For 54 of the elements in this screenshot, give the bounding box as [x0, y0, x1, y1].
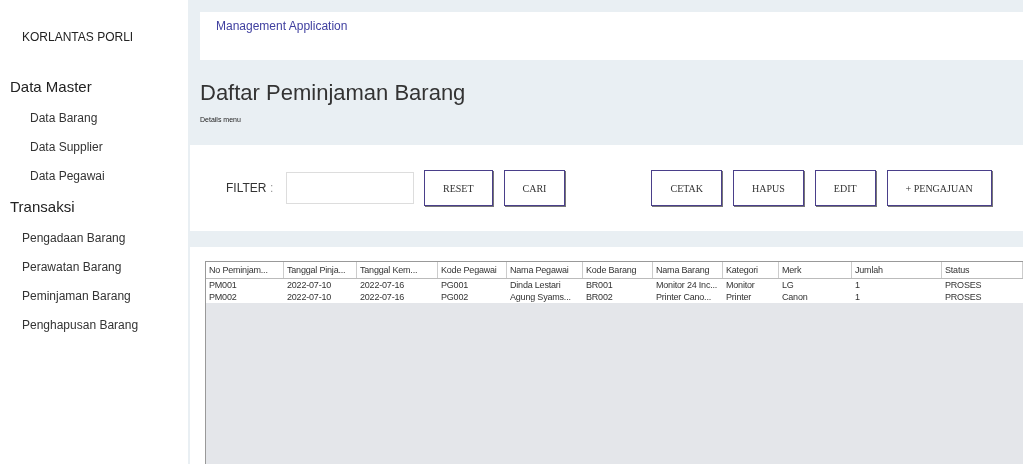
section-title: Data Master [10, 78, 93, 95]
action-button[interactable]: CETAK [651, 170, 722, 206]
table-cell-text: PG001 [440, 279, 470, 291]
table-cell-text: 2022-07-10 [286, 291, 333, 303]
table-cell-text: PM001 [208, 279, 238, 291]
table-cell-text: PROSES [944, 279, 983, 291]
filter-label: FILTER [226, 181, 268, 195]
column-header[interactable]: Kode Barang [583, 262, 653, 278]
separator: : [270, 181, 275, 195]
brand-name: KORLANTAS PORLI [22, 30, 135, 44]
table-cell-text: 1 [854, 291, 861, 303]
table-cell-text: Agung Syams... [509, 291, 572, 303]
table-cell-text: PG002 [440, 291, 470, 303]
column-header[interactable]: Jumlah [852, 262, 942, 278]
column-header[interactable]: Nama Pegawai [507, 262, 583, 278]
table-cell-text: 2022-07-16 [359, 279, 406, 291]
table-cell-text: 2022-07-10 [286, 279, 333, 291]
table-cell-text: BR001 [585, 279, 614, 291]
column-header[interactable]: Nama Barang [653, 262, 723, 278]
table-cell-text: Monitor 24 Inc... [655, 279, 719, 291]
filter-button[interactable]: RESET [424, 170, 493, 206]
sidebar-item[interactable]: Penghapusan Barang [22, 318, 139, 332]
table-cell-text: Canon [781, 291, 809, 303]
action-button[interactable]: EDIT [814, 170, 876, 206]
action-button[interactable]: + PENGAJUAN [886, 170, 992, 206]
sidebar-item[interactable]: Data Barang [30, 111, 98, 125]
column-header[interactable]: Tanggal Kem... [357, 262, 438, 278]
sidebar-item[interactable]: Data Supplier [30, 140, 103, 154]
column-header[interactable]: Kategori [723, 262, 779, 278]
sidebar-item[interactable]: Pengadaan Barang [22, 231, 126, 245]
table-cell-text: 2022-07-16 [359, 291, 406, 303]
column-header[interactable]: Status [942, 262, 1023, 278]
table-cell-text: BR002 [585, 291, 614, 303]
table-cell-text: PROSES [944, 291, 983, 303]
sidebar-item[interactable]: Peminjaman Barang [22, 289, 131, 303]
app-title: Management Application [216, 19, 348, 33]
filter-input[interactable] [286, 172, 414, 204]
column-header[interactable]: Merk [779, 262, 852, 278]
table-cell-text: Monitor [725, 279, 756, 291]
page-title: Daftar Peminjaman Barang [199, 80, 467, 106]
sidebar-item[interactable]: Data Pegawai [30, 169, 105, 183]
table-cell-text: Printer Cano... [655, 291, 713, 303]
table-cell-text: Printer [725, 291, 753, 303]
filter-button[interactable]: CARI [503, 170, 566, 206]
table-cell-text: PM002 [208, 291, 238, 303]
action-button[interactable]: HAPUS [733, 170, 804, 206]
section-title: Transaksi [10, 198, 76, 215]
table-cell-text: 1 [854, 279, 861, 291]
column-header[interactable]: No Peminjam... [206, 262, 284, 278]
sidebar-item[interactable]: Perawatan Barang [22, 260, 122, 274]
table-cell-text: LG [781, 279, 795, 291]
column-header[interactable]: Kode Pegawai [438, 262, 507, 278]
table-cell-text: Dinda Lestari [509, 279, 562, 291]
column-header[interactable]: Tanggal Pinja... [284, 262, 357, 278]
